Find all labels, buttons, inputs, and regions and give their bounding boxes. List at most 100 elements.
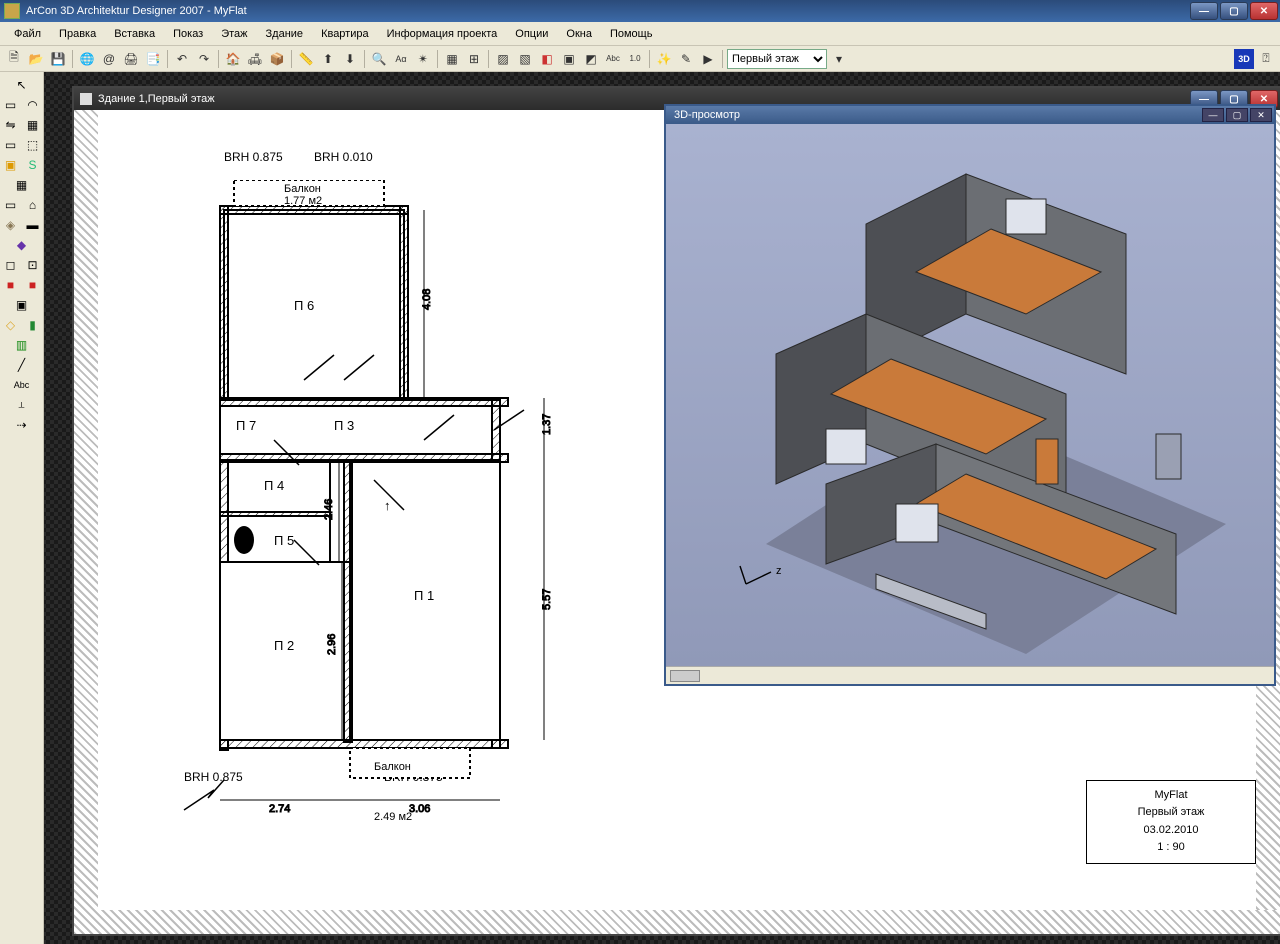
menu-help[interactable]: Помощь (602, 25, 661, 43)
dropdown-extra-icon[interactable]: ▾ (829, 49, 849, 69)
preview-title: 3D-просмотр (674, 109, 740, 121)
close-button[interactable]: ✕ (1250, 2, 1278, 20)
preview-close-button[interactable]: ✕ (1250, 108, 1272, 122)
redo-icon[interactable]: ↷ (194, 49, 214, 69)
lt-beam-icon[interactable]: ▬ (23, 216, 43, 234)
arrow-icon[interactable]: ▶ (698, 49, 718, 69)
open-icon[interactable]: 📂 (26, 49, 46, 69)
lt-red2-icon[interactable]: ■ (23, 276, 43, 294)
menu-projectinfo[interactable]: Информация проекта (379, 25, 506, 43)
lt-tool1-icon[interactable]: ◇ (1, 316, 21, 334)
maximize-button[interactable]: ▢ (1220, 2, 1248, 20)
menu-floor[interactable]: Этаж (213, 25, 255, 43)
globe-icon[interactable]: 🌐 (77, 49, 97, 69)
menu-building[interactable]: Здание (258, 25, 312, 43)
preview-3d-icon: z (706, 144, 1246, 664)
menu-insert[interactable]: Вставка (106, 25, 163, 43)
copy-icon[interactable]: 📑 (143, 49, 163, 69)
menu-file[interactable]: Файл (6, 25, 49, 43)
lt-line-icon[interactable]: ╱ (12, 356, 32, 374)
text-aa-icon[interactable]: Aα (391, 49, 411, 69)
lt-frame-icon[interactable]: ▣ (12, 296, 32, 314)
abc-icon[interactable]: Abc (603, 49, 623, 69)
menu-windows[interactable]: Окна (558, 25, 600, 43)
preview-window: 3D-просмотр — ▢ ✕ (664, 104, 1276, 686)
preview-viewport[interactable]: z (666, 124, 1274, 666)
lt-empty-icon[interactable]: ◻ (1, 256, 21, 274)
svg-text:4.08: 4.08 (421, 289, 433, 310)
hatch2-icon[interactable]: ▧ (515, 49, 535, 69)
zoom-icon[interactable]: 🔍 (369, 49, 389, 69)
lt-square-icon[interactable]: ⊡ (23, 256, 43, 274)
lt-arc-icon[interactable]: ◠ (23, 96, 43, 114)
new-icon[interactable]: 🗎 (4, 49, 24, 69)
minimize-button[interactable]: — (1190, 2, 1218, 20)
preview-max-button[interactable]: ▢ (1226, 108, 1248, 122)
lt-diamond-icon[interactable]: ◆ (12, 236, 32, 254)
svg-text:2.96: 2.96 (326, 634, 338, 655)
label-p6: П 6 (294, 298, 314, 313)
svg-text:1.37: 1.37 (541, 414, 553, 435)
svg-text:2.74: 2.74 (269, 803, 290, 815)
lt-slab-icon[interactable]: ▭ (1, 196, 21, 214)
menu-view[interactable]: Показ (165, 25, 211, 43)
help-pointer-icon[interactable]: ⍰ (1256, 49, 1276, 69)
undo-icon[interactable]: ↶ (172, 49, 192, 69)
lt-arrow-icon[interactable]: ⇢ (12, 416, 32, 434)
lt-tool2-icon[interactable]: ▮ (23, 316, 43, 334)
lt-pointer-icon[interactable]: ↖ (12, 76, 32, 94)
svg-text:5.57: 5.57 (541, 589, 553, 610)
lt-grid2-icon[interactable]: ▦ (12, 176, 32, 194)
menu-edit[interactable]: Правка (51, 25, 104, 43)
pencil-icon[interactable]: ✎ (676, 49, 696, 69)
ruler-icon[interactable]: 📏 (296, 49, 316, 69)
lt-room-icon[interactable]: ▭ (1, 136, 21, 154)
badge-3d[interactable]: 3D (1234, 49, 1254, 69)
lt-abc-icon[interactable]: Abc (12, 376, 32, 394)
balcony-bottom: Балкон (374, 761, 411, 773)
wand-icon[interactable]: ✨ (654, 49, 674, 69)
svg-text:1.77 м2: 1.77 м2 (284, 195, 322, 207)
floor-select[interactable]: Первый этаж (727, 49, 827, 69)
marker-icon[interactable]: ◩ (581, 49, 601, 69)
grid-icon[interactable]: ▦ (442, 49, 462, 69)
scroll-thumb[interactable] (670, 670, 700, 682)
brh-top-left: BRH 0.875 (224, 150, 283, 164)
dim-icon[interactable]: 1.0 (625, 49, 645, 69)
lt-stairs-icon[interactable]: ⇋ (1, 116, 21, 134)
floor-down-icon[interactable]: ⬇ (340, 49, 360, 69)
lt-stairs2-icon[interactable]: ▦ (23, 116, 43, 134)
lt-s-icon[interactable]: S (23, 156, 43, 174)
plan-window-icon (80, 93, 92, 105)
app-title: ArCon 3D Architektur Designer 2007 - MyF… (26, 5, 247, 17)
flag-icon[interactable]: ◧ (537, 49, 557, 69)
lt-perp-icon[interactable]: ⟂ (12, 396, 32, 414)
object-icon[interactable]: 📦 (267, 49, 287, 69)
lt-fill-icon[interactable]: ▣ (1, 156, 21, 174)
menu-options[interactable]: Опции (507, 25, 556, 43)
group-icon[interactable]: ▣ (559, 49, 579, 69)
print-icon[interactable]: 🖨 (121, 49, 141, 69)
menu-flat[interactable]: Квартира (313, 25, 377, 43)
preview-min-button[interactable]: — (1202, 108, 1224, 122)
save-icon[interactable]: 💾 (48, 49, 68, 69)
lt-roof-icon[interactable]: ⌂ (23, 196, 43, 214)
mdi-area: Здание 1,Первый этаж — ▢ ✕ BRH 0.875 BRH… (44, 72, 1280, 944)
margin-left (74, 110, 98, 934)
lt-wall-icon[interactable]: ▭ (1, 96, 21, 114)
lt-dashed-icon[interactable]: ⬚ (23, 136, 43, 154)
lt-3d-icon[interactable]: ◈ (1, 216, 21, 234)
snap-icon[interactable]: ⊞ (464, 49, 484, 69)
at-icon[interactable]: @ (99, 49, 119, 69)
lt-green-icon[interactable]: ▥ (12, 336, 32, 354)
margin-bottom (74, 910, 1280, 934)
lt-red1-icon[interactable]: ■ (1, 276, 21, 294)
hatch1-icon[interactable]: ▨ (493, 49, 513, 69)
preview-titlebar[interactable]: 3D-просмотр — ▢ ✕ (666, 106, 1274, 124)
floor-up-icon[interactable]: ⬆ (318, 49, 338, 69)
preview-scrollbar[interactable] (666, 666, 1274, 684)
main-toolbar: 🗎 📂 💾 🌐 @ 🖨 📑 ↶ ↷ 🏠 🛋 📦 📏 ⬆ ⬇ 🔍 Aα ✴ ▦ ⊞… (0, 46, 1280, 72)
couch-icon[interactable]: 🛋 (245, 49, 265, 69)
compass-icon[interactable]: ✴ (413, 49, 433, 69)
house-icon[interactable]: 🏠 (223, 49, 243, 69)
